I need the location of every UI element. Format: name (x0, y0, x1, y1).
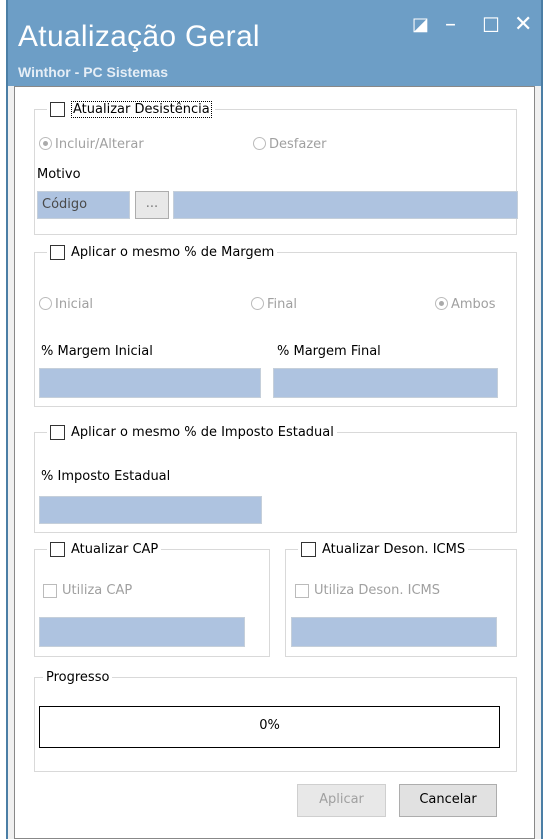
radio-inicial-label: Inicial (55, 297, 94, 312)
utiliza-cap-label: Utiliza CAP (62, 583, 133, 598)
margem-inicial-label: % Margem Inicial (41, 344, 153, 359)
radio-desfazer[interactable]: Desfazer (253, 137, 327, 152)
margem-final-label: % Margem Final (277, 344, 381, 359)
close-icon[interactable]: ✕ (514, 14, 532, 36)
restore-icon[interactable]: ◪ (412, 14, 429, 36)
utiliza-cap-option[interactable]: Utiliza CAP (43, 583, 132, 598)
window-title: Atualização Geral (18, 20, 260, 53)
radio-ambos-label: Ambos (451, 297, 496, 312)
progress-bar: 0% (39, 706, 500, 748)
dialog-window: Atualização Geral Winthor - PC Sistemas … (6, 0, 543, 839)
atualizar-desistencia-checkbox[interactable] (50, 102, 65, 117)
window-subtitle: Winthor - PC Sistemas (18, 64, 169, 80)
progress-text: 0% (259, 718, 280, 733)
motivo-descricao-input[interactable] (173, 191, 518, 219)
minimize-icon[interactable]: – (445, 14, 456, 36)
aplicar-imposto-checkbox[interactable] (50, 425, 65, 440)
cancelar-button[interactable]: Cancelar (399, 784, 497, 817)
radio-desfazer-icon (253, 137, 266, 150)
icms-input[interactable] (291, 617, 497, 647)
utiliza-icms-label: Utiliza Deson. ICMS (314, 583, 440, 598)
atualizar-cap-label: Atualizar CAP (71, 542, 159, 557)
utiliza-icms-option[interactable]: Utiliza Deson. ICMS (295, 583, 440, 598)
aplicar-button[interactable]: Aplicar (297, 784, 386, 817)
radio-final-icon (251, 297, 264, 310)
radio-inicial[interactable]: Inicial (39, 297, 93, 312)
atualizar-cap-checkbox[interactable] (50, 542, 65, 557)
motivo-codigo-input[interactable]: Código (37, 191, 130, 219)
radio-desfazer-label: Desfazer (269, 137, 327, 152)
motivo-label: Motivo (37, 167, 81, 182)
imposto-estadual-input[interactable] (39, 496, 262, 524)
aplicar-margem-label: Aplicar o mesmo % de Margem (71, 245, 275, 260)
aplicar-imposto-label: Aplicar o mesmo % de Imposto Estadual (71, 425, 334, 440)
maximize-icon[interactable]: ☐ (482, 14, 500, 36)
margem-inicial-input[interactable] (39, 368, 261, 398)
aplicar-margem-checkbox[interactable] (50, 245, 65, 260)
dialog-body: Atualizar Desistência Incluir/Alterar De… (14, 86, 535, 839)
radio-final[interactable]: Final (251, 297, 297, 312)
radio-incluir-icon (39, 137, 52, 150)
cap-input[interactable] (39, 617, 245, 647)
radio-incluir-alterar[interactable]: Incluir/Alterar (39, 137, 144, 152)
atualizar-icms-label: Atualizar Deson. ICMS (322, 542, 466, 557)
codigo-value: Código (42, 197, 88, 212)
radio-ambos[interactable]: Ambos (435, 297, 496, 312)
utiliza-icms-checkbox[interactable] (295, 583, 309, 598)
atualizar-icms-checkbox[interactable] (301, 542, 316, 557)
progress-group-label: Progresso (46, 670, 110, 685)
title-bar[interactable]: Atualização Geral Winthor - PC Sistemas … (8, 0, 541, 86)
utiliza-cap-checkbox[interactable] (43, 583, 57, 598)
motivo-browse-button[interactable]: ... (135, 191, 169, 219)
radio-final-label: Final (267, 297, 297, 312)
radio-inicial-icon (39, 297, 52, 310)
radio-ambos-icon (435, 297, 448, 310)
radio-incluir-label: Incluir/Alterar (55, 137, 144, 152)
margem-final-input[interactable] (273, 368, 498, 398)
atualizar-desistencia-label: Atualizar Desistência (71, 101, 212, 118)
imposto-estadual-label: % Imposto Estadual (41, 469, 171, 484)
